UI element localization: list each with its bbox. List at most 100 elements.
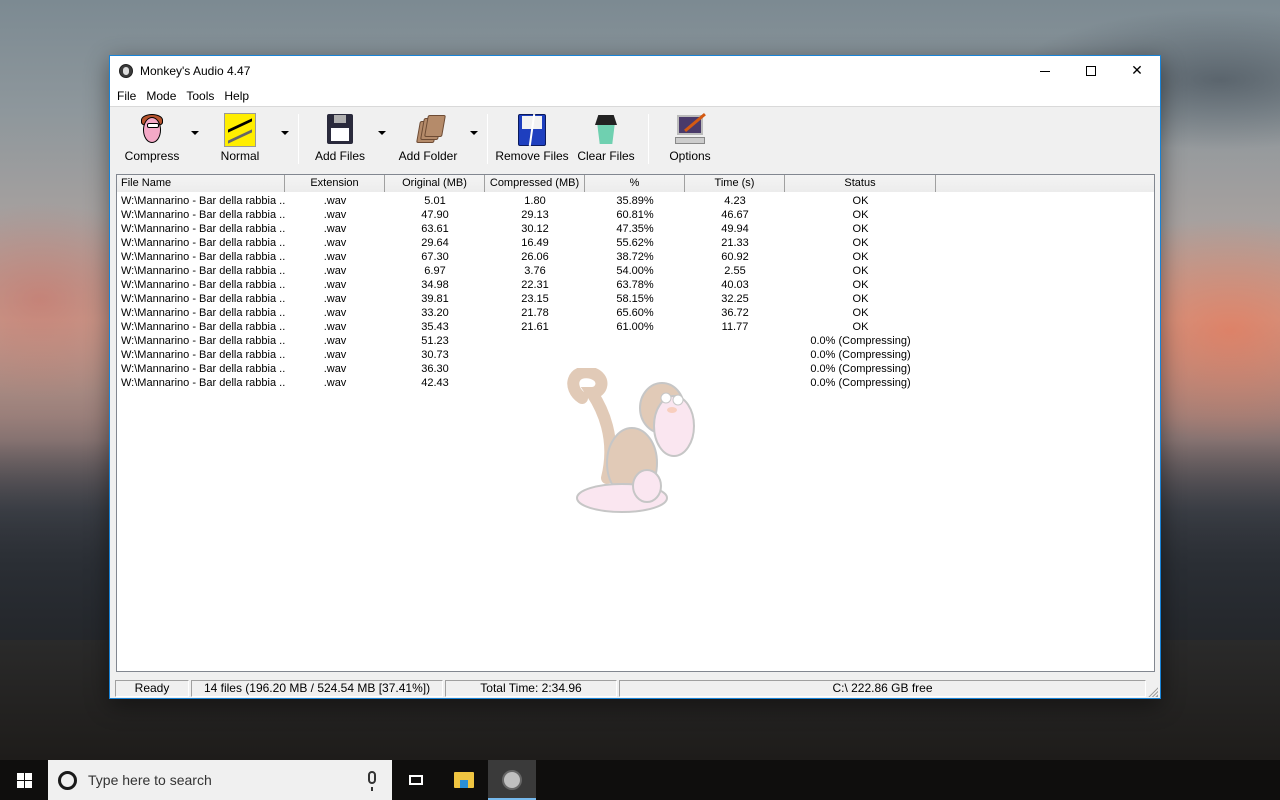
file-explorer-button[interactable] bbox=[440, 760, 488, 800]
cell-name: W:\Mannarino - Bar della rabbia ... bbox=[121, 349, 285, 361]
cell-name: W:\Mannarino - Bar della rabbia ... bbox=[121, 195, 285, 207]
table-row[interactable]: W:\Mannarino - Bar della rabbia ... .wav 6… bbox=[117, 264, 1154, 278]
table-row[interactable]: W:\Mannarino - Bar della rabbia ... .wav 3… bbox=[117, 306, 1154, 320]
table-row[interactable]: W:\Mannarino - Bar della rabbia ... .wav 6… bbox=[117, 222, 1154, 236]
monkeys-audio-window: Monkey's Audio 4.47 ✕ File Mode Tools He… bbox=[109, 55, 1161, 699]
cell-name: W:\Mannarino - Bar della rabbia ... bbox=[121, 279, 285, 291]
compression-level-icon bbox=[224, 113, 256, 147]
cell-pct: 65.60% bbox=[616, 307, 654, 319]
add-files-dropdown-arrow[interactable] bbox=[375, 105, 389, 161]
cell-status: OK bbox=[852, 251, 869, 263]
minimize-icon bbox=[1040, 70, 1050, 72]
cell-pct: 54.00% bbox=[616, 265, 654, 277]
table-row[interactable]: W:\Mannarino - Bar della rabbia ... .wav 3… bbox=[117, 348, 1154, 362]
cell-orig: 67.30 bbox=[421, 251, 449, 263]
add-files-button[interactable]: Add Files bbox=[305, 111, 375, 167]
list-body: W:\Mannarino - Bar della rabbia ... .wav 5… bbox=[117, 192, 1154, 670]
toolbar-separator bbox=[648, 114, 649, 164]
cell-time: 36.72 bbox=[721, 307, 749, 319]
column-original[interactable]: Original (MB) bbox=[385, 175, 485, 192]
task-view-icon bbox=[409, 775, 423, 785]
cell-status: OK bbox=[852, 265, 869, 277]
cell-time: 49.94 bbox=[721, 223, 749, 235]
add-folder-label: Add Folder bbox=[398, 149, 458, 163]
computer-tools-icon bbox=[674, 112, 706, 147]
cell-time: 60.92 bbox=[721, 251, 749, 263]
table-row[interactable]: W:\Mannarino - Bar della rabbia ... .wav 5… bbox=[117, 194, 1154, 208]
list-header: File Name Extension Original (MB) Compre… bbox=[117, 175, 1154, 192]
cell-status: OK bbox=[852, 223, 869, 235]
menu-tools[interactable]: Tools bbox=[181, 89, 219, 103]
list-rows: W:\Mannarino - Bar della rabbia ... .wav 5… bbox=[117, 194, 1154, 390]
column-percent[interactable]: % bbox=[585, 175, 685, 192]
start-button[interactable] bbox=[0, 760, 48, 800]
maximize-icon bbox=[1086, 66, 1096, 76]
normal-button[interactable]: Normal bbox=[202, 111, 278, 167]
cell-pct bbox=[585, 348, 685, 362]
column-time[interactable]: Time (s) bbox=[685, 175, 785, 192]
cell-pct: 61.00% bbox=[616, 321, 654, 333]
close-button[interactable]: ✕ bbox=[1114, 56, 1160, 86]
clear-files-button[interactable]: Clear Files bbox=[570, 111, 642, 167]
cell-pct: 35.89% bbox=[616, 195, 654, 207]
remove-files-button[interactable]: Remove Files bbox=[494, 111, 570, 167]
cell-orig: 51.23 bbox=[421, 335, 449, 347]
menu-help[interactable]: Help bbox=[219, 89, 254, 103]
column-file-name[interactable]: File Name bbox=[117, 175, 285, 192]
column-compressed[interactable]: Compressed (MB) bbox=[485, 175, 585, 192]
compress-button[interactable]: Compress bbox=[116, 111, 188, 167]
cell-ext: .wav bbox=[323, 209, 347, 221]
options-button[interactable]: Options bbox=[655, 111, 725, 167]
broken-disk-icon bbox=[516, 113, 548, 147]
cell-ext: .wav bbox=[323, 293, 347, 305]
microphone-icon[interactable] bbox=[368, 771, 376, 791]
cell-ext: .wav bbox=[323, 223, 347, 235]
cell-status: OK bbox=[852, 279, 869, 291]
toolbar-separator bbox=[298, 114, 299, 164]
table-row[interactable]: W:\Mannarino - Bar della rabbia ... .wav 3… bbox=[117, 278, 1154, 292]
column-status[interactable]: Status bbox=[785, 175, 936, 192]
cell-status: 0.0% (Compressing) bbox=[810, 335, 911, 347]
add-folder-dropdown-arrow[interactable] bbox=[467, 105, 481, 161]
taskbar-search[interactable]: Type here to search bbox=[48, 760, 392, 800]
table-row[interactable]: W:\Mannarino - Bar della rabbia ... .wav 4… bbox=[117, 208, 1154, 222]
cell-time: 46.67 bbox=[721, 209, 749, 221]
menu-file[interactable]: File bbox=[112, 89, 141, 103]
cell-ext: .wav bbox=[323, 377, 347, 389]
cell-comp: 29.13 bbox=[521, 209, 549, 221]
table-row[interactable]: W:\Mannarino - Bar della rabbia ... .wav 5… bbox=[117, 334, 1154, 348]
task-view-button[interactable] bbox=[392, 760, 440, 800]
monkeys-audio-taskbar-button[interactable] bbox=[488, 760, 536, 800]
cell-ext: .wav bbox=[323, 237, 347, 249]
menu-mode[interactable]: Mode bbox=[141, 89, 181, 103]
cell-ext: .wav bbox=[323, 335, 347, 347]
cell-pct: 38.72% bbox=[616, 251, 654, 263]
toolbar-separator bbox=[487, 114, 488, 164]
status-bar: Ready 14 files (196.20 MB / 524.54 MB [3… bbox=[110, 680, 1160, 699]
cell-comp: 16.49 bbox=[521, 237, 549, 249]
table-row[interactable]: W:\Mannarino - Bar della rabbia ... .wav 3… bbox=[117, 320, 1154, 334]
table-row[interactable]: W:\Mannarino - Bar della rabbia ... .wav 6… bbox=[117, 250, 1154, 264]
cortana-icon bbox=[58, 770, 77, 790]
normal-dropdown-arrow[interactable] bbox=[278, 105, 292, 161]
table-row[interactable]: W:\Mannarino - Bar della rabbia ... .wav 2… bbox=[117, 236, 1154, 250]
resize-grip[interactable] bbox=[1147, 686, 1158, 697]
cell-time: 21.33 bbox=[721, 237, 749, 249]
title-bar[interactable]: Monkey's Audio 4.47 ✕ bbox=[110, 56, 1160, 86]
file-list[interactable]: File Name Extension Original (MB) Compre… bbox=[116, 174, 1155, 672]
minimize-button[interactable] bbox=[1022, 56, 1068, 86]
folder-icon bbox=[454, 772, 474, 788]
column-extension[interactable]: Extension bbox=[285, 175, 385, 192]
compress-dropdown-arrow[interactable] bbox=[188, 105, 202, 161]
cell-comp: 21.61 bbox=[521, 321, 549, 333]
menu-bar: File Mode Tools Help bbox=[110, 86, 1160, 106]
cell-status: OK bbox=[852, 321, 869, 333]
clear-files-label: Clear Files bbox=[577, 149, 635, 163]
maximize-button[interactable] bbox=[1068, 56, 1114, 86]
cell-status: OK bbox=[852, 307, 869, 319]
monkeys-audio-icon bbox=[502, 770, 522, 790]
cell-name: W:\Mannarino - Bar della rabbia ... bbox=[121, 293, 285, 305]
cell-name: W:\Mannarino - Bar della rabbia ... bbox=[121, 223, 285, 235]
add-folder-button[interactable]: Add Folder bbox=[389, 111, 467, 167]
table-row[interactable]: W:\Mannarino - Bar della rabbia ... .wav 3… bbox=[117, 292, 1154, 306]
